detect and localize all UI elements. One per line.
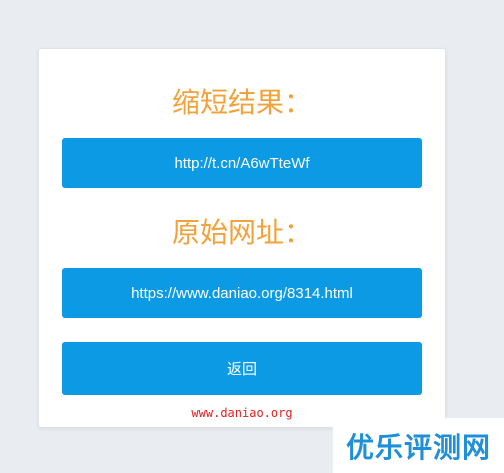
site-logo: 优乐评测网 [333,418,504,473]
original-url-heading: 原始网址： [171,216,312,249]
page: 缩短结果： http://t.cn/A6wTteWf 原始网址： https:/… [0,0,504,473]
short-url-box[interactable]: http://t.cn/A6wTteWf [62,138,422,188]
original-url-box[interactable]: https://www.daniao.org/8314.html [62,268,422,318]
result-card: 缩短结果： http://t.cn/A6wTteWf 原始网址： https:/… [38,48,446,428]
site-logo-text: 优乐评测网 [345,430,491,464]
back-button[interactable]: 返回 [62,342,422,395]
short-result-heading: 缩短结果： [171,86,312,119]
